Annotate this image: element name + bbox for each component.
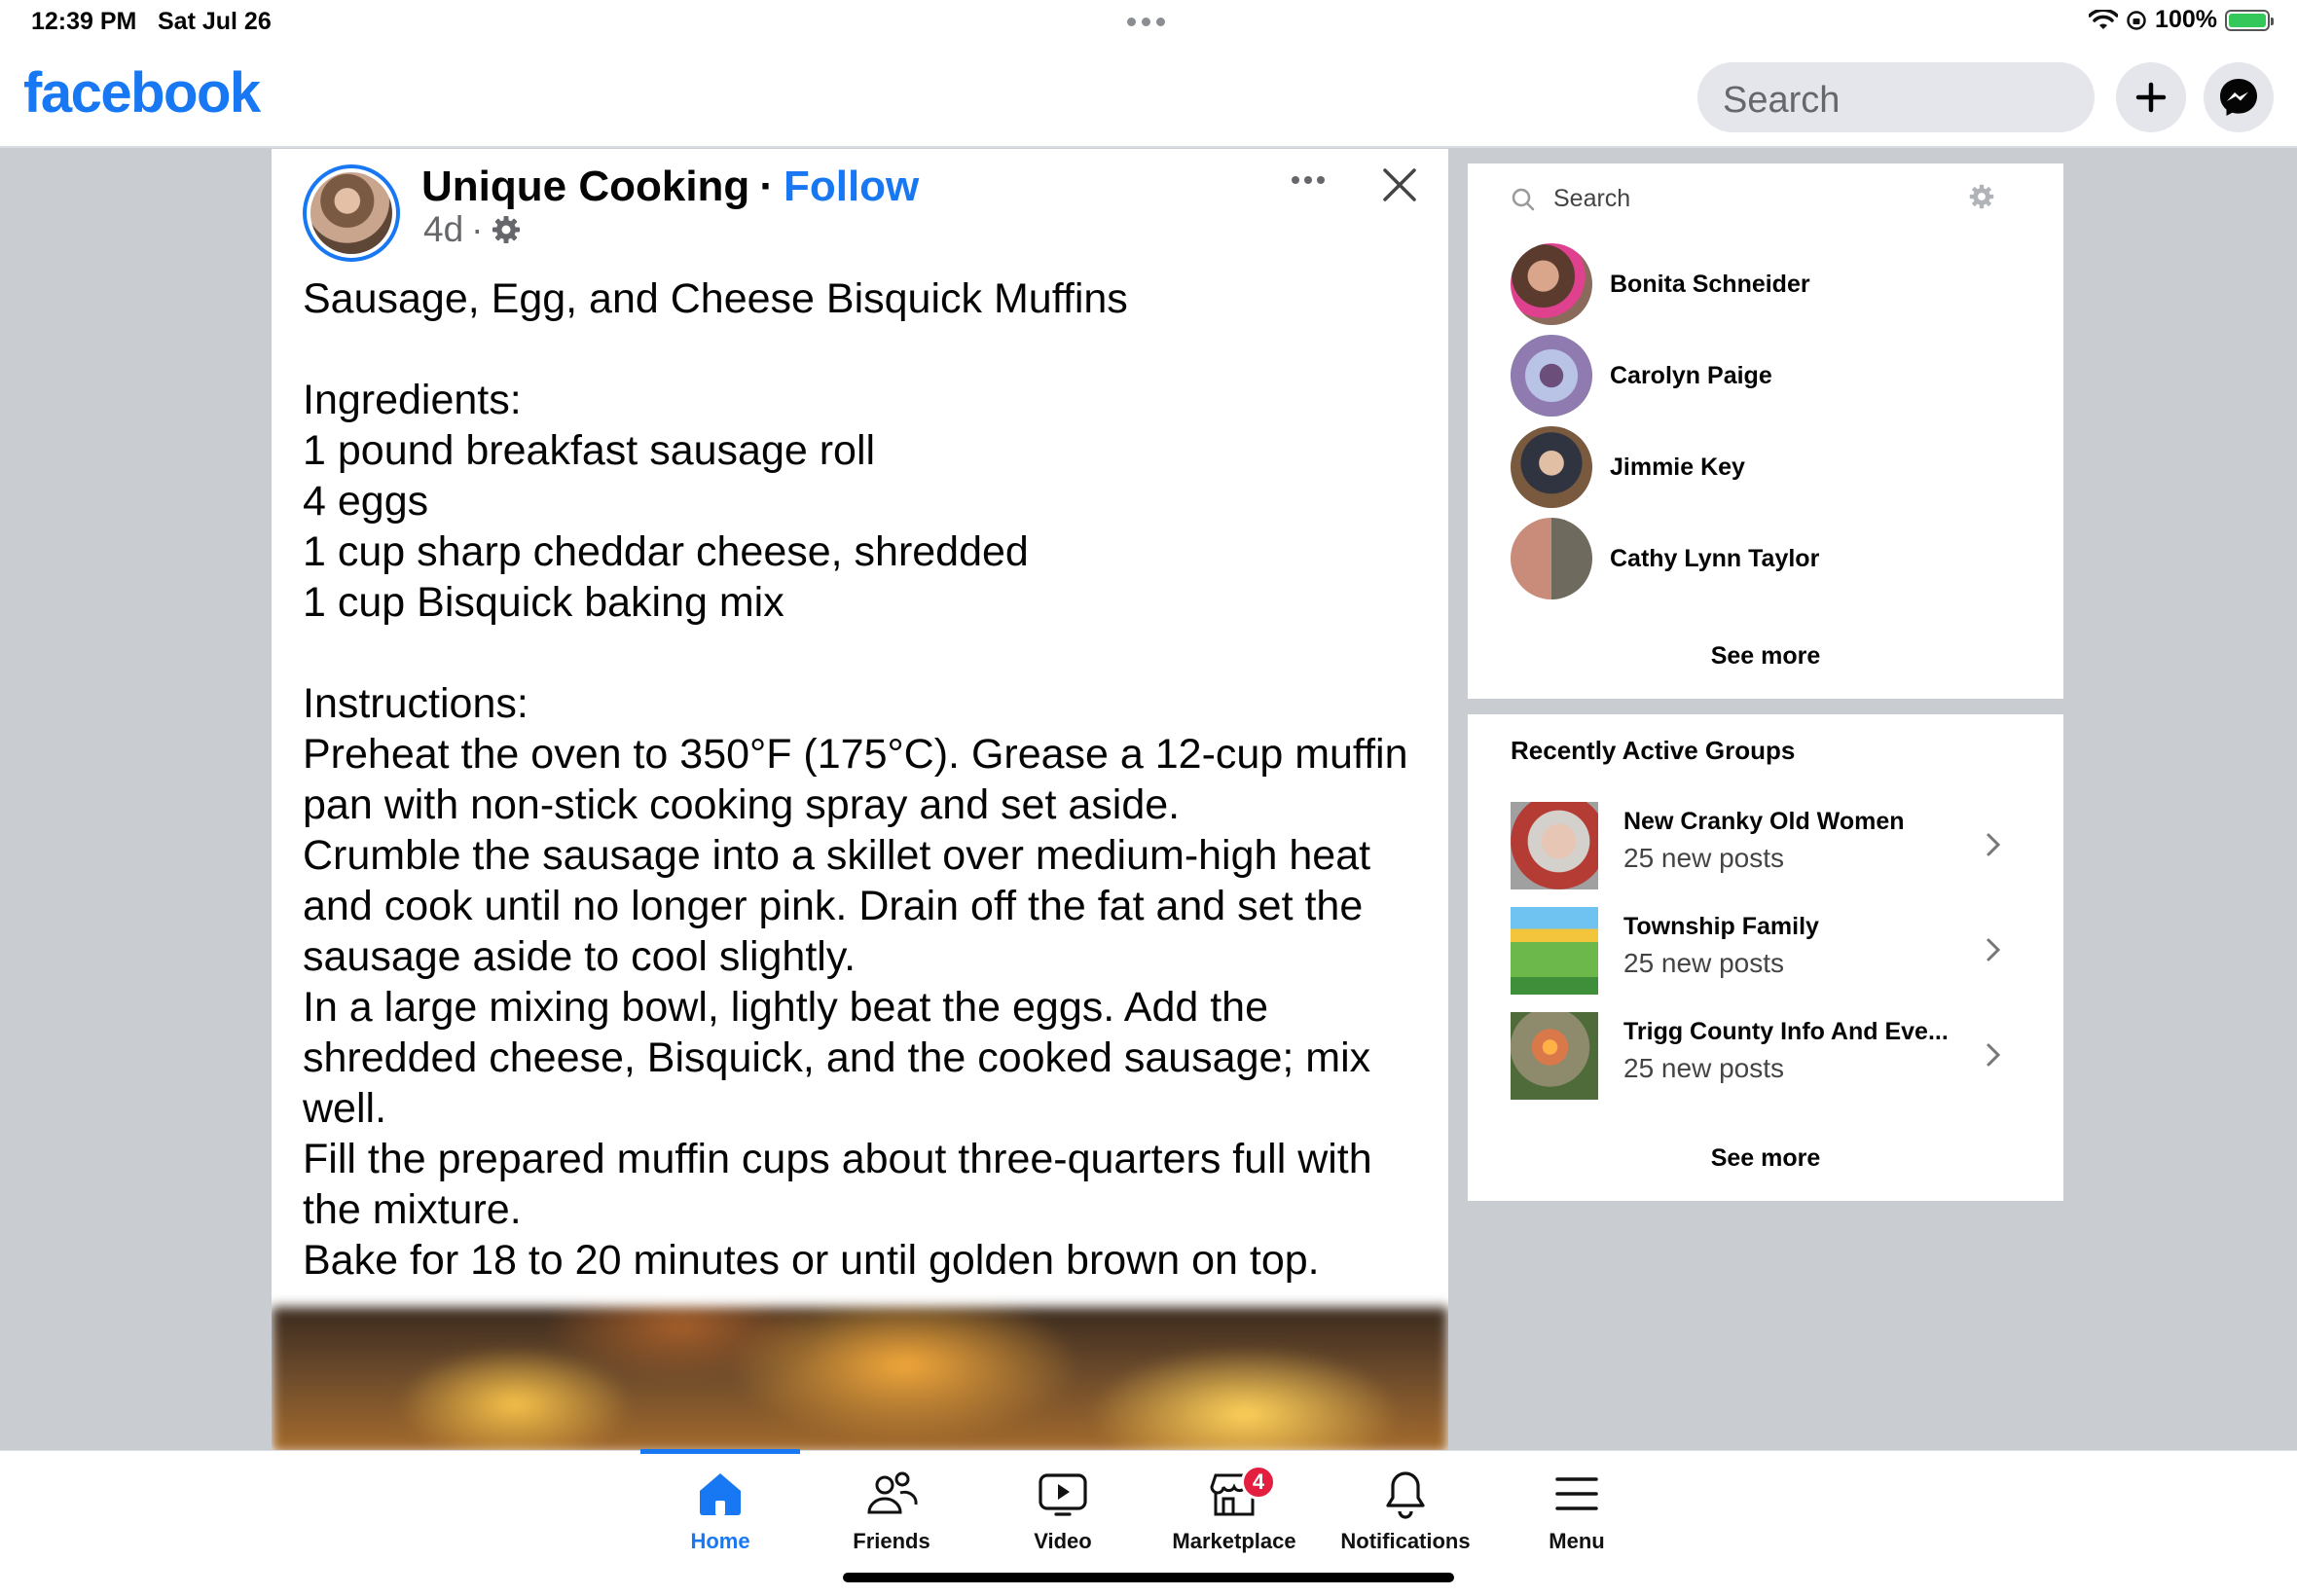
group-item[interactable]: New Cranky Old Women 25 new posts — [1511, 802, 2036, 889]
menu-icon — [1555, 1477, 1598, 1510]
avatar — [1511, 518, 1592, 599]
avatar — [1511, 243, 1592, 325]
chevron-right-icon — [1987, 1043, 2001, 1067]
nav-label: Notifications — [1340, 1529, 1471, 1553]
avatar — [1511, 426, 1592, 508]
search-icon — [1512, 188, 1535, 210]
post-image[interactable] — [272, 1307, 1448, 1450]
group-name: New Cranky Old Women — [1623, 808, 1905, 835]
recent-groups-panel: Recently Active Groups New Cranky Old Wo… — [1468, 714, 2063, 1201]
close-icon[interactable] — [1377, 163, 1422, 207]
chevron-right-icon — [1987, 833, 2001, 856]
gear-icon — [492, 216, 521, 243]
nav-notifications[interactable]: Notifications — [1320, 1465, 1491, 1554]
group-thumbnail — [1511, 907, 1598, 995]
contact-item[interactable]: Carolyn Paige — [1511, 335, 2036, 417]
status-indicators: 100% — [2089, 6, 2274, 34]
contacts-panel: Search Bonita Schneider Carolyn Paige Ji… — [1468, 163, 2063, 699]
more-options-icon[interactable] — [1292, 176, 1325, 184]
group-thumbnail — [1511, 1012, 1598, 1100]
contacts-search-placeholder: Search — [1553, 185, 1631, 212]
multitasking-dots-icon[interactable] — [1127, 18, 1165, 26]
search-input[interactable]: Search — [1697, 62, 2095, 132]
group-name: Township Family — [1623, 913, 1819, 940]
marketplace-badge: 4 — [1241, 1465, 1276, 1500]
group-new-posts: 25 new posts — [1623, 948, 1784, 978]
page-name[interactable]: Unique Cooking — [421, 163, 749, 211]
friends-icon — [867, 1471, 918, 1514]
nav-label: Friends — [853, 1529, 930, 1553]
nav-video[interactable]: Video — [977, 1465, 1148, 1554]
group-item[interactable]: Trigg County Info And Eve... 25 new post… — [1511, 1012, 2036, 1100]
bell-icon — [1386, 1471, 1425, 1519]
wifi-icon — [2089, 9, 2119, 29]
contacts-search[interactable]: Search — [1511, 185, 1630, 213]
status-time: 12:39 PM — [31, 8, 137, 35]
battery-percent: 100% — [2155, 6, 2217, 33]
page-avatar[interactable] — [303, 164, 400, 262]
contacts-see-more-button[interactable]: See more — [1468, 642, 2063, 671]
top-header: facebook Search — [0, 49, 2297, 148]
contact-name: Carolyn Paige — [1610, 361, 1772, 389]
battery-icon — [2225, 9, 2274, 31]
follow-button[interactable]: Follow — [784, 163, 919, 211]
gear-icon[interactable] — [1968, 183, 1995, 210]
group-new-posts: 25 new posts — [1623, 843, 1784, 873]
messenger-icon — [2220, 79, 2257, 116]
groups-title: Recently Active Groups — [1511, 736, 1796, 765]
contact-item[interactable]: Cathy Lynn Taylor — [1511, 518, 2036, 599]
post-age[interactable]: 4d — [423, 209, 463, 250]
contact-item[interactable]: Bonita Schneider — [1511, 243, 2036, 325]
post-text: Sausage, Egg, and Cheese Bisquick Muffin… — [303, 275, 1408, 1284]
post-meta: 4d · — [423, 209, 522, 250]
feed-post: Unique Cooking · Follow 4d · Sausage, Eg… — [272, 149, 1448, 1450]
nav-menu[interactable]: Menu — [1491, 1465, 1662, 1554]
group-name: Trigg County Info And Eve... — [1623, 1018, 1949, 1045]
home-icon — [700, 1473, 741, 1515]
status-bar: 12:39 PM Sat Jul 26 100% — [0, 0, 2297, 49]
orientation-lock-icon — [2127, 10, 2146, 30]
post-header: Unique Cooking · Follow — [421, 163, 919, 211]
meta-separator: · — [471, 209, 484, 249]
contact-name: Jimmie Key — [1610, 453, 1745, 481]
home-indicator[interactable] — [843, 1573, 1454, 1582]
nav-label: Home — [690, 1529, 750, 1553]
contact-item[interactable]: Jimmie Key — [1511, 426, 2036, 508]
contact-name: Bonita Schneider — [1610, 270, 1810, 298]
plus-icon — [2135, 82, 2167, 113]
active-tab-indicator — [640, 1449, 800, 1454]
messenger-button[interactable] — [2204, 62, 2274, 132]
nav-label: Menu — [1549, 1529, 1605, 1553]
status-date: Sat Jul 26 — [158, 8, 272, 35]
video-icon — [1039, 1473, 1087, 1516]
contact-name: Cathy Lynn Taylor — [1610, 544, 1820, 572]
avatar — [1511, 335, 1592, 417]
group-thumbnail — [1511, 802, 1598, 889]
create-button[interactable] — [2116, 62, 2186, 132]
facebook-logo[interactable]: facebook — [23, 60, 261, 126]
nav-label: Marketplace — [1172, 1529, 1296, 1553]
nav-home[interactable]: Home — [635, 1465, 806, 1554]
nav-label: Video — [1034, 1529, 1092, 1553]
search-placeholder: Search — [1723, 80, 1841, 121]
nav-marketplace[interactable]: 4 Marketplace — [1148, 1465, 1320, 1554]
separator: · — [759, 163, 774, 210]
group-item[interactable]: Township Family 25 new posts — [1511, 907, 2036, 995]
group-new-posts: 25 new posts — [1623, 1053, 1784, 1083]
groups-see-more-button[interactable]: See more — [1468, 1144, 2063, 1173]
chevron-right-icon — [1987, 938, 2001, 961]
nav-friends[interactable]: Friends — [806, 1465, 977, 1554]
